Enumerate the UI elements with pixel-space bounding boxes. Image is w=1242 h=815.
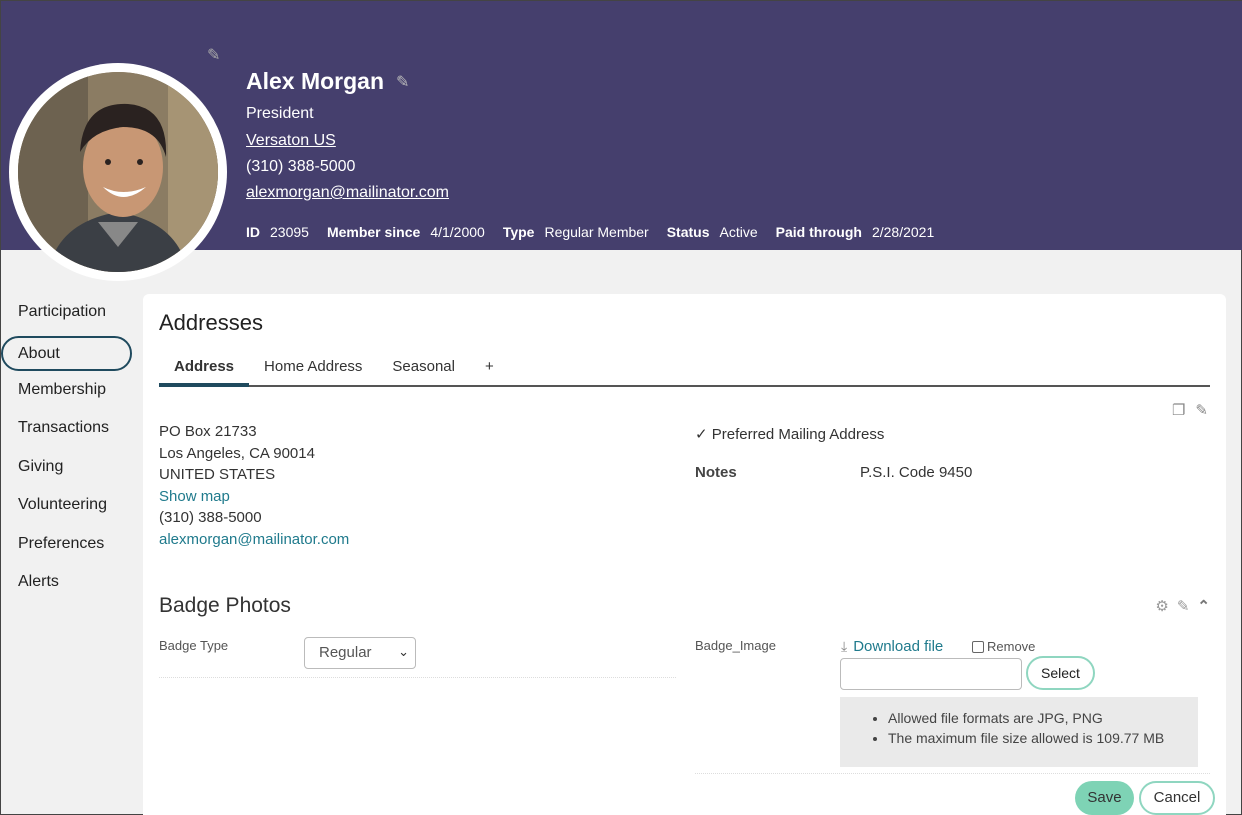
- badge-type-label: Badge Type: [159, 638, 229, 653]
- tab-home-address[interactable]: Home Address: [249, 350, 377, 385]
- sidebar-item-transactions[interactable]: Transactions: [1, 413, 135, 452]
- badge-type-value: Regular: [319, 644, 372, 661]
- divider: [695, 773, 1210, 774]
- tab-address[interactable]: Address: [159, 350, 250, 387]
- profile-meta: ID 23095 Member since 4/1/2000 Type Regu…: [246, 224, 952, 240]
- sidebar-item-participation[interactable]: Participation: [1, 297, 135, 336]
- profile-name: Alex Morgan: [246, 68, 385, 94]
- meta-value-status: Active: [719, 224, 758, 240]
- edit-address-icon[interactable]: ✎: [1195, 401, 1208, 419]
- profile-title: President: [246, 105, 314, 122]
- divider: [159, 677, 676, 678]
- badge-type-select[interactable]: Regular ⌄: [304, 637, 416, 669]
- tab-add-address[interactable]: +: [470, 350, 509, 385]
- meta-value-type: Regular Member: [544, 224, 649, 240]
- address-line-1: PO Box 21733: [159, 423, 257, 440]
- avatar-photo: [18, 72, 218, 272]
- edit-photo-icon[interactable]: ✎: [207, 45, 220, 65]
- edit-name-icon[interactable]: ✎: [396, 72, 409, 92]
- remove-label: Remove: [987, 639, 1036, 654]
- download-icon: ⤓: [841, 638, 848, 654]
- address-block: PO Box 21733 Los Angeles, CA 90014 UNITE…: [159, 421, 349, 550]
- sidebar-nav: Participation About Membership Transacti…: [1, 297, 135, 606]
- edit-badge-icon[interactable]: ✎: [1177, 597, 1190, 615]
- meta-label-status: Status: [666, 224, 710, 240]
- remove-checkbox[interactable]: [972, 640, 984, 653]
- notes-value: P.S.I. Code 9450: [860, 464, 973, 481]
- badge-image-label: Badge_Image: [695, 638, 776, 653]
- address-line-2: Los Angeles, CA 90014: [159, 444, 315, 462]
- sidebar-item-giving[interactable]: Giving: [1, 452, 135, 491]
- about-card: Addresses Address Home Address Seasonal …: [143, 294, 1226, 815]
- profile-phone: (310) 388-5000: [246, 158, 356, 175]
- meta-label-member-since: Member since: [326, 224, 421, 240]
- notes-label: Notes: [695, 464, 737, 481]
- meta-value-member-since: 4/1/2000: [430, 224, 485, 240]
- download-file-label: Download file: [853, 638, 944, 655]
- chevron-up-icon[interactable]: ⌃: [1197, 597, 1210, 615]
- profile-header: ✎ Alex Morgan ✎ President Versaton US (3…: [1, 1, 1242, 281]
- addresses-title: Addresses: [159, 310, 263, 335]
- sidebar-item-preferences[interactable]: Preferences: [1, 529, 135, 568]
- address-phone: (310) 388-5000: [159, 509, 262, 526]
- meta-label-type: Type: [502, 224, 535, 240]
- badge-photos-title: Badge Photos: [159, 594, 291, 617]
- chevron-down-icon: ⌄: [398, 644, 409, 659]
- preferred-mailing: ✓ Preferred Mailing Address: [695, 426, 885, 443]
- select-file-button[interactable]: Select: [1026, 656, 1095, 690]
- remove-option[interactable]: Remove: [972, 639, 1035, 654]
- sidebar-item-volunteering[interactable]: Volunteering: [1, 490, 135, 529]
- sidebar-item-alerts[interactable]: Alerts: [1, 567, 135, 606]
- meta-value-paid-through: 2/28/2021: [871, 224, 935, 240]
- download-file-link[interactable]: ⤓ Download file: [841, 638, 943, 655]
- tab-seasonal[interactable]: Seasonal: [377, 350, 470, 385]
- info-formats: Allowed file formats are JPG, PNG: [888, 708, 1198, 728]
- meta-label-paid-through: Paid through: [775, 224, 862, 240]
- profile-email-link[interactable]: alexmorgan@mailinator.com: [246, 184, 449, 202]
- avatar[interactable]: [18, 72, 218, 272]
- file-info-box: Allowed file formats are JPG, PNG The ma…: [840, 697, 1198, 767]
- file-name-input[interactable]: [840, 658, 1022, 690]
- gear-icon[interactable]: ⚙: [1155, 597, 1168, 615]
- address-email-link[interactable]: alexmorgan@mailinator.com: [159, 529, 349, 551]
- meta-label-id: ID: [246, 224, 260, 240]
- show-map-link[interactable]: Show map: [159, 486, 349, 508]
- profile-company-link[interactable]: Versaton US: [246, 132, 336, 150]
- info-max-size: The maximum file size allowed is 109.77 …: [888, 728, 1198, 748]
- address-tabs: Address Home Address Seasonal +: [159, 350, 1210, 387]
- copy-icon[interactable]: ❐: [1172, 401, 1185, 419]
- sidebar-item-membership[interactable]: Membership: [1, 375, 135, 414]
- save-button[interactable]: Save: [1075, 781, 1134, 815]
- meta-value-id: 23095: [270, 224, 309, 240]
- address-line-3: UNITED STATES: [159, 466, 276, 483]
- sidebar-item-about[interactable]: About: [1, 335, 132, 371]
- avatar-frame: [9, 63, 227, 281]
- cancel-button[interactable]: Cancel: [1139, 781, 1215, 815]
